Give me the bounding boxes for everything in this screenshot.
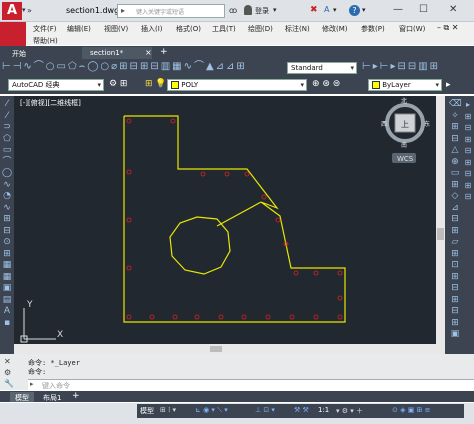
circular-hole[interactable] xyxy=(169,216,231,275)
color-name: ByLayer xyxy=(382,81,411,89)
ucs-y-label: Y xyxy=(26,300,33,310)
command-history-line2: 命令: xyxy=(28,368,47,376)
menu-file[interactable]: 文件(F) xyxy=(33,24,57,34)
modify-tools-icon[interactable]: ⌫ ✧ ⊞ ⊟ △ ⊕ ▭ ⊞ ◇ ⊿ ⊟ ⊞ ▱ ⊞ ⊡ ⊞ ⊟ ⊞ ⊟ ⊞ ▣ xyxy=(449,99,462,341)
grid-toggle-icon[interactable]: ⊞ ⁞ ▾ xyxy=(160,406,176,414)
menu-insert[interactable]: 插入(I) xyxy=(141,24,163,34)
command-close-icon[interactable]: ✕ xyxy=(4,357,11,366)
app-menu-button[interactable] xyxy=(0,22,26,46)
workspace-dropdown[interactable]: AutoCAD 经典 xyxy=(8,79,104,91)
close-icon[interactable]: ✕ xyxy=(449,4,457,15)
menu-view[interactable]: 视图(V) xyxy=(104,24,128,34)
draw-tools-icon[interactable]: ⊢⊣∿⌒○▭⬠⌢◯○⌀⊞⊟⊞⊟▥▦∿⌒▲⊿⊿⊞ xyxy=(2,61,282,73)
document-tab-bar xyxy=(0,46,474,59)
color-swatch xyxy=(372,81,380,89)
workspace-switch-icon[interactable]: ▾ ⚙ ▾ ＋ xyxy=(336,406,363,416)
command-input[interactable]: 键入命令 xyxy=(28,379,474,390)
status-tools-icon[interactable]: ⊙ ◈ ▣ ⊞ ≡ xyxy=(392,406,431,414)
search-input[interactable]: 键入关键字或短语 xyxy=(117,4,225,18)
layer-name: POLY xyxy=(181,81,199,89)
menu-dimension[interactable]: 标注(N) xyxy=(285,24,310,34)
layer-dropdown[interactable]: POLY xyxy=(167,79,307,91)
ucs-icon xyxy=(20,308,56,343)
a360-dropdown-icon[interactable]: ▾ xyxy=(333,6,337,14)
annotation-icon[interactable]: ⚒ ⚒ xyxy=(294,406,309,414)
document-title: section1.dwg xyxy=(66,6,120,15)
text-style-dropdown[interactable]: Standard xyxy=(287,62,357,74)
left-draw-tools-icon[interactable]: ⁄ ⁄ ⊃ ⬠ ▭ ⌒ ◯ ∿ ◔ ∿ ⊞ ⊟ ⊙ ⊞ ▦ ▦ ▣ ▤ A ▪ xyxy=(1,99,13,329)
menu-modify[interactable]: 修改(M) xyxy=(322,24,348,34)
menu-bar-row2 xyxy=(26,34,474,45)
vertical-scrollbar[interactable] xyxy=(436,96,445,354)
viewcube-north: 北 xyxy=(401,97,407,105)
snap-tools-icon[interactable]: ▸ ⊞ ⊟ ⊞ ⊟ ⊞ ⊟ ⊞ ⊟ xyxy=(463,99,473,203)
viewcube-face: 上 xyxy=(401,120,409,129)
menu-parameter[interactable]: 参数(P) xyxy=(361,24,385,34)
menu-draw[interactable]: 绘图(D) xyxy=(248,24,273,34)
osnap-toggle-icon[interactable]: ⊥ ⊡ ▾ xyxy=(255,406,275,414)
add-layout-icon[interactable]: + xyxy=(72,391,80,401)
command-wrench-icon[interactable]: 🔧 xyxy=(4,379,14,388)
menu-edit[interactable]: 编辑(E) xyxy=(67,24,91,34)
horizontal-scrollbar[interactable] xyxy=(14,344,436,354)
new-tab-icon[interactable]: + xyxy=(160,47,168,57)
tab-section1[interactable]: section1* xyxy=(82,47,152,59)
binoculars-icon[interactable]: ꝏ xyxy=(229,6,237,15)
menu-minimize-icon[interactable]: – ⧉ ✕ xyxy=(437,23,459,33)
section-outline[interactable] xyxy=(123,115,346,323)
app-menu-dropdown-icon[interactable]: ▾ xyxy=(22,6,26,14)
menu-help[interactable]: 帮助(H) xyxy=(33,36,58,46)
vertical-scroll-thumb[interactable] xyxy=(437,228,444,240)
layer-tools-icon[interactable]: ⊕ ⊛ ⊜ xyxy=(312,79,340,89)
quick-access-expand-icon[interactable]: » xyxy=(27,6,37,16)
model-space-button[interactable]: 模型 xyxy=(140,406,154,416)
toolbar-overflow-icon[interactable]: ▸ xyxy=(446,80,451,90)
wcs-label: WCS xyxy=(397,155,414,163)
tab-start[interactable]: 开始 xyxy=(4,47,56,59)
layer-color-swatch xyxy=(171,81,179,89)
drawing-svg[interactable]: Y X 上 北 南 西 东 WCS xyxy=(14,96,436,344)
tab-layout1[interactable]: 布局1 xyxy=(38,392,66,402)
command-settings-icon[interactable]: ⚙ xyxy=(4,368,11,377)
exchange-icon[interactable]: ✖ xyxy=(310,5,318,15)
help-icon[interactable]: ? xyxy=(349,5,360,16)
tab-close-icon[interactable]: × xyxy=(145,48,152,57)
horizontal-scroll-thumb[interactable] xyxy=(210,346,222,352)
style-tools-icon[interactable]: ⊢▸⊢▸⊟⊟▥⊞ xyxy=(362,61,470,73)
app-logo-icon[interactable]: A xyxy=(2,2,22,20)
user-icon[interactable] xyxy=(244,5,252,15)
minimize-icon[interactable]: — xyxy=(393,4,403,15)
menu-format[interactable]: 格式(O) xyxy=(176,24,201,34)
a360-icon[interactable]: A xyxy=(324,5,329,14)
workspace-settings-icon[interactable]: ⚙ ⊞ xyxy=(109,79,127,89)
viewcube-east: 东 xyxy=(424,120,430,128)
viewcube-south: 南 xyxy=(401,141,407,149)
color-dropdown[interactable]: ByLayer xyxy=(368,79,442,91)
viewcube-west: 西 xyxy=(381,121,387,128)
help-dropdown-icon[interactable]: ▾ xyxy=(362,6,366,14)
menu-window[interactable]: 窗口(W) xyxy=(399,24,425,34)
annotation-scale[interactable]: 1:1 xyxy=(318,406,329,414)
maximize-icon[interactable]: ☐ xyxy=(419,4,428,15)
snap-toggle-icon[interactable]: ⊾ ◉ ▾ ⟍ ▾ xyxy=(195,406,228,415)
menu-tools[interactable]: 工具(T) xyxy=(212,24,236,34)
ucs-x-label: X xyxy=(57,330,63,340)
vertex-markers xyxy=(126,118,343,320)
viewcube[interactable]: 上 北 南 西 东 xyxy=(381,97,430,149)
login-button[interactable]: 登录 xyxy=(255,6,269,16)
login-dropdown-icon[interactable]: ▾ xyxy=(273,6,277,14)
connector-line[interactable] xyxy=(216,201,262,227)
tab-model[interactable]: 模型 xyxy=(10,392,34,402)
command-prompt-icon: ▸ xyxy=(30,380,34,388)
